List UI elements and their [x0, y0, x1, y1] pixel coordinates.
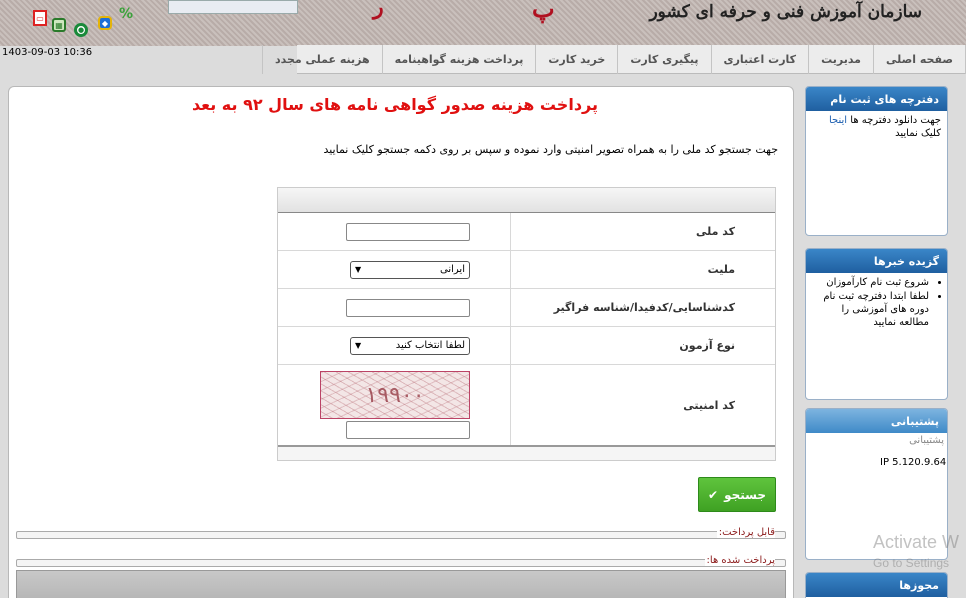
- chevron-down-icon: ▼: [355, 341, 362, 350]
- nav-credit-card[interactable]: کارت اعتباری: [710, 45, 809, 74]
- nationality-select[interactable]: ایرانی ▼: [350, 260, 470, 279]
- registration-text: جهت دانلود دفترچه ها: [850, 115, 941, 126]
- captcha-label: کد امنیتی: [510, 365, 775, 445]
- news-item[interactable]: لطفا ابتدا دفترچه ثبت نام دوره های آموزش…: [812, 290, 929, 329]
- logo-fragment: ر: [373, 0, 384, 20]
- form-row-exam-type: نوع آزمون لطفا انتخاب کنید ▼: [278, 327, 775, 365]
- registration-box-title: دفترچه های ثبت نام: [806, 87, 947, 111]
- id-input[interactable]: [346, 298, 470, 317]
- news-item[interactable]: شروع ثبت نام کارآموزان: [812, 276, 929, 289]
- search-instructions: جهت جستجو کد ملی را به همراه تصویر امنیت…: [323, 143, 778, 156]
- nav-card-tracking[interactable]: پیگیری کارت: [617, 45, 710, 74]
- main-panel: پرداخت هزینه صدور گواهی نامه های سال ۹۲ …: [8, 86, 794, 598]
- national-code-input[interactable]: [346, 222, 470, 241]
- form-row-nationality: ملیت ایرانی ▼: [278, 251, 775, 289]
- news-item-text: لطفا ابتدا دفترچه ثبت نام دوره های آموزش…: [823, 291, 929, 328]
- check-icon: ✔: [708, 487, 719, 502]
- sidebar-registration-box: دفترچه های ثبت نام جهت دانلود دفترچه ها …: [805, 86, 948, 236]
- date-time: 1403-09-03 10:36: [2, 47, 93, 58]
- percent-icon[interactable]: %: [118, 6, 134, 22]
- green-circle-icon[interactable]: ●: [74, 23, 88, 37]
- activate-windows-subtitle: Go to Settings: [873, 556, 950, 570]
- news-box-body: شروع ثبت نام کارآموزان لطفا ابتدا دفترچه…: [806, 273, 947, 333]
- activate-windows-watermark: Activate W: [873, 532, 960, 552]
- registration-text-after: کلیک نمایید: [895, 128, 941, 139]
- nav-home[interactable]: صفحه اصلی: [873, 45, 966, 74]
- search-button[interactable]: جستجو ✔: [698, 477, 776, 512]
- page-title: پرداخت هزینه صدور گواهی نامه های سال ۹۲ …: [191, 95, 598, 114]
- exam-type-label: نوع آزمون: [510, 327, 775, 364]
- exam-type-select[interactable]: لطفا انتخاب کنید ▼: [350, 336, 470, 355]
- form-row-id: کدشناسایی/کدفیدا/شناسه فراگیر: [278, 289, 775, 327]
- logo-fragment-2: پ: [532, 0, 555, 23]
- nationality-selected: ایرانی: [440, 264, 465, 275]
- sidebar-news-box: گزیده خبرها شروع ثبت نام کارآموزان لطفا …: [805, 248, 948, 400]
- paid-table-area: [16, 570, 786, 598]
- header-banner: ▭ ▦ ● ◆ % ر پ سازمان آموزش فنی و حرفه ای…: [0, 0, 966, 46]
- chevron-down-icon: ▼: [355, 265, 362, 274]
- search-form: کد ملی ملیت ایرانی ▼ کدشناسایی/کدفیدا/شن…: [277, 187, 776, 461]
- hexagon-icon[interactable]: ◆: [98, 16, 112, 30]
- search-button-label: جستجو: [724, 487, 766, 502]
- nav-management[interactable]: مدیریت: [808, 45, 873, 74]
- registration-box-body: جهت دانلود دفترچه ها اینجا کلیک نمایید: [806, 111, 947, 143]
- nav-buy-card[interactable]: خرید کارت: [535, 45, 617, 74]
- captcha-text: ۱۹۹۰۰: [365, 382, 425, 408]
- nationality-label: ملیت: [510, 251, 775, 288]
- calculator-icon[interactable]: ▦: [52, 18, 66, 32]
- form-row-national-code: کد ملی: [278, 213, 775, 251]
- id-label: کدشناسایی/کدفیدا/شناسه فراگیر: [510, 289, 775, 326]
- top-navigation: صفحه اصلی مدیریت کارت اعتباری پیگیری کار…: [261, 45, 966, 74]
- header-icons: ▭ ▦ ● ◆ %: [30, 6, 140, 42]
- nav-practical-fee[interactable]: هزینه عملی مجدد: [261, 45, 382, 74]
- exam-type-selected: لطفا انتخاب کنید: [395, 340, 465, 351]
- payable-label: قابل پرداخت:: [716, 527, 775, 538]
- news-box-title: گزیده خبرها: [806, 249, 947, 273]
- form-header: [278, 188, 775, 213]
- paid-label: پرداخت شده ها:: [704, 555, 775, 566]
- paid-section: [16, 559, 786, 567]
- payable-section: [16, 531, 786, 539]
- licenses-box-title: مجوزها: [806, 573, 947, 597]
- nav-certificate-payment[interactable]: پرداخت هزینه گواهینامه: [381, 45, 536, 74]
- support-box-title: پشتیبانی: [806, 409, 947, 433]
- sidebar-licenses-box: مجوزها: [805, 572, 948, 598]
- pdf-icon[interactable]: ▭: [33, 10, 47, 26]
- organization-title: سازمان آموزش فنی و حرفه ای کشور: [649, 2, 922, 22]
- support-subtitle: پشتیبانی: [909, 435, 944, 446]
- registration-download-link[interactable]: اینجا: [829, 115, 847, 126]
- banner-ad[interactable]: [168, 0, 298, 14]
- captcha-input[interactable]: [346, 421, 470, 439]
- form-row-captcha: کد امنیتی ۱۹۹۰۰: [278, 365, 775, 447]
- ip-address: IP 5.120.9.64: [880, 457, 947, 468]
- national-code-label: کد ملی: [510, 213, 775, 250]
- news-item-text: شروع ثبت نام کارآموزان: [826, 277, 929, 288]
- captcha-image: ۱۹۹۰۰: [320, 371, 470, 419]
